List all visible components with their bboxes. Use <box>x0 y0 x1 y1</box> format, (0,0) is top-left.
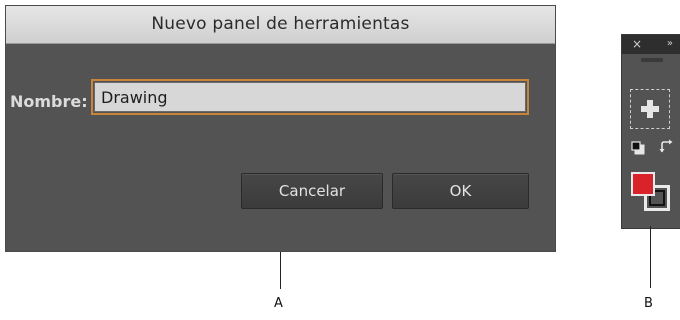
ok-button[interactable]: OK <box>392 173 529 209</box>
name-input[interactable] <box>91 79 529 115</box>
tool-panel: × » <box>621 34 680 229</box>
add-tool-button[interactable] <box>630 89 670 129</box>
panel-grip[interactable] <box>641 58 663 62</box>
callout-line-b <box>650 226 651 288</box>
callout-line-a <box>280 252 281 289</box>
swap-colors-icon[interactable] <box>659 139 675 155</box>
default-colors-icon[interactable] <box>631 141 645 155</box>
dialog-title: Nuevo panel de herramientas <box>151 14 410 34</box>
cancel-button[interactable]: Cancelar <box>241 173 383 209</box>
add-icon <box>641 100 659 118</box>
close-icon[interactable]: × <box>632 37 642 51</box>
dialog-title-bar[interactable]: Nuevo panel de herramientas <box>6 6 555 44</box>
callout-label-b: B <box>644 296 653 311</box>
expand-icon[interactable]: » <box>667 37 673 51</box>
name-label: Nombre: <box>10 92 88 111</box>
new-tool-panel-dialog: Nuevo panel de herramientas Nombre: Canc… <box>6 6 555 251</box>
panel-header[interactable]: × » <box>622 35 680 54</box>
fill-color-swatch[interactable] <box>631 172 655 196</box>
callout-label-a: A <box>274 296 283 311</box>
